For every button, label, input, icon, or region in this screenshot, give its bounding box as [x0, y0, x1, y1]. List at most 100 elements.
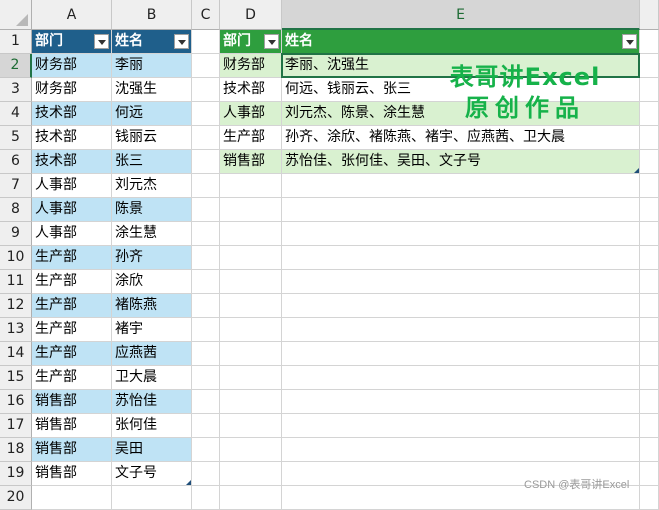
cell-c16[interactable] — [192, 390, 220, 414]
cell-c12[interactable] — [192, 294, 220, 318]
table1-dept-cell[interactable]: 人事部 — [32, 174, 112, 198]
table2-header-dept[interactable]: 部门 — [220, 30, 282, 54]
cell-a20[interactable] — [32, 486, 112, 510]
select-all-corner[interactable] — [0, 0, 32, 30]
table1-dept-cell[interactable]: 财务部 — [32, 78, 112, 102]
cell-e11[interactable] — [282, 270, 640, 294]
table1-dept-cell[interactable]: 生产部 — [32, 246, 112, 270]
cell-e9[interactable] — [282, 222, 640, 246]
table1-name-cell[interactable]: 文子号 — [112, 462, 192, 486]
table1-name-cell[interactable]: 苏怡佳 — [112, 390, 192, 414]
table1-name-cell[interactable]: 钱丽云 — [112, 126, 192, 150]
cell-c14[interactable] — [192, 342, 220, 366]
cell-e10[interactable] — [282, 246, 640, 270]
table1-dept-cell[interactable]: 生产部 — [32, 342, 112, 366]
table1-name-cell[interactable]: 孙齐 — [112, 246, 192, 270]
row-header-12[interactable]: 12 — [0, 294, 32, 318]
table2-name-cell[interactable]: 孙齐、涂欣、褚陈燕、褚宇、应燕茜、卫大晨 — [282, 126, 640, 150]
cell-e8[interactable] — [282, 198, 640, 222]
table2-dept-cell[interactable]: 技术部 — [220, 78, 282, 102]
cell-d9[interactable] — [220, 222, 282, 246]
cell-e7[interactable] — [282, 174, 640, 198]
table1-dept-cell[interactable]: 销售部 — [32, 462, 112, 486]
cell-c13[interactable] — [192, 318, 220, 342]
cell-e18[interactable] — [282, 438, 640, 462]
table1-name-cell[interactable]: 张三 — [112, 150, 192, 174]
cell-d8[interactable] — [220, 198, 282, 222]
table2-resize-handle[interactable] — [634, 168, 639, 173]
table1-name-cell[interactable]: 刘元杰 — [112, 174, 192, 198]
table1-name-cell[interactable]: 沈强生 — [112, 78, 192, 102]
row-header-19[interactable]: 19 — [0, 462, 32, 486]
table1-name-cell[interactable]: 陈景 — [112, 198, 192, 222]
table1-name-cell[interactable]: 褚宇 — [112, 318, 192, 342]
filter-dropdown-icon[interactable] — [622, 34, 637, 49]
table1-dept-cell[interactable]: 技术部 — [32, 150, 112, 174]
table1-dept-cell[interactable]: 技术部 — [32, 126, 112, 150]
table1-header-dept[interactable]: 部门 — [32, 30, 112, 54]
table1-dept-cell[interactable]: 生产部 — [32, 294, 112, 318]
cell-c5[interactable] — [192, 126, 220, 150]
cell-d12[interactable] — [220, 294, 282, 318]
table1-dept-cell[interactable]: 生产部 — [32, 270, 112, 294]
cell-c20[interactable] — [192, 486, 220, 510]
table1-dept-cell[interactable]: 人事部 — [32, 222, 112, 246]
row-header-11[interactable]: 11 — [0, 270, 32, 294]
table1-dept-cell[interactable]: 销售部 — [32, 390, 112, 414]
row-header-10[interactable]: 10 — [0, 246, 32, 270]
table1-name-cell[interactable]: 褚陈燕 — [112, 294, 192, 318]
cell-c3[interactable] — [192, 78, 220, 102]
cell-c15[interactable] — [192, 366, 220, 390]
table2-name-cell[interactable]: 苏怡佳、张何佳、吴田、文子号 — [282, 150, 640, 174]
row-header-17[interactable]: 17 — [0, 414, 32, 438]
row-header-3[interactable]: 3 — [0, 78, 32, 102]
column-header-e[interactable]: E — [282, 0, 640, 30]
cell-c8[interactable] — [192, 198, 220, 222]
table1-dept-cell[interactable]: 生产部 — [32, 318, 112, 342]
table1-dept-cell[interactable]: 人事部 — [32, 198, 112, 222]
row-header-5[interactable]: 5 — [0, 126, 32, 150]
row-header-9[interactable]: 9 — [0, 222, 32, 246]
cell-c17[interactable] — [192, 414, 220, 438]
row-header-8[interactable]: 8 — [0, 198, 32, 222]
table2-dept-cell[interactable]: 生产部 — [220, 126, 282, 150]
row-header-4[interactable]: 4 — [0, 102, 32, 126]
cell-c4[interactable] — [192, 102, 220, 126]
table2-dept-cell[interactable]: 销售部 — [220, 150, 282, 174]
cell-c1[interactable] — [192, 30, 220, 54]
cell-d14[interactable] — [220, 342, 282, 366]
row-header-7[interactable]: 7 — [0, 174, 32, 198]
table1-resize-handle[interactable] — [186, 480, 191, 485]
row-header-1[interactable]: 1 — [0, 30, 32, 54]
cell-e17[interactable] — [282, 414, 640, 438]
table2-dept-cell[interactable]: 人事部 — [220, 102, 282, 126]
table1-dept-cell[interactable]: 财务部 — [32, 54, 112, 78]
table1-dept-cell[interactable]: 生产部 — [32, 366, 112, 390]
row-header-2[interactable]: 2 — [0, 54, 32, 78]
table1-name-cell[interactable]: 涂生慧 — [112, 222, 192, 246]
row-header-13[interactable]: 13 — [0, 318, 32, 342]
cell-b20[interactable] — [112, 486, 192, 510]
table1-name-cell[interactable]: 何远 — [112, 102, 192, 126]
cell-d17[interactable] — [220, 414, 282, 438]
table1-dept-cell[interactable]: 销售部 — [32, 414, 112, 438]
cell-d11[interactable] — [220, 270, 282, 294]
cell-e13[interactable] — [282, 318, 640, 342]
cell-e14[interactable] — [282, 342, 640, 366]
cell-c11[interactable] — [192, 270, 220, 294]
table2-dept-cell[interactable]: 财务部 — [220, 54, 282, 78]
cell-c2[interactable] — [192, 54, 220, 78]
table2-header-name[interactable]: 姓名 — [282, 30, 640, 54]
cell-e15[interactable] — [282, 366, 640, 390]
cell-c18[interactable] — [192, 438, 220, 462]
table1-name-cell[interactable]: 张何佳 — [112, 414, 192, 438]
row-header-6[interactable]: 6 — [0, 150, 32, 174]
cell-c6[interactable] — [192, 150, 220, 174]
row-header-15[interactable]: 15 — [0, 366, 32, 390]
table1-name-cell[interactable]: 卫大晨 — [112, 366, 192, 390]
cell-d7[interactable] — [220, 174, 282, 198]
table1-name-cell[interactable]: 涂欣 — [112, 270, 192, 294]
cell-d13[interactable] — [220, 318, 282, 342]
table1-dept-cell[interactable]: 销售部 — [32, 438, 112, 462]
cell-e12[interactable] — [282, 294, 640, 318]
